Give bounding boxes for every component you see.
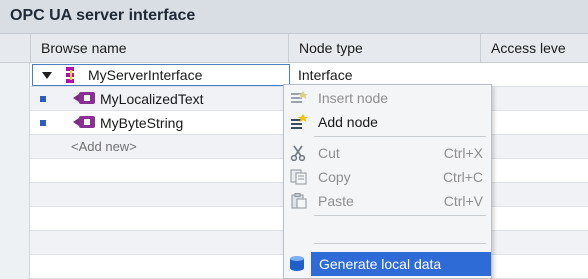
expand-arrow-icon[interactable] xyxy=(42,72,52,79)
menu-separator xyxy=(314,136,486,137)
row-header[interactable] xyxy=(0,111,30,135)
menu-item-generate-local-data[interactable]: Generate local data xyxy=(311,252,491,276)
database-icon xyxy=(290,256,304,272)
panel-title: OPC UA server interface xyxy=(10,7,196,24)
column-header-browse-name[interactable]: Browse name xyxy=(30,34,289,63)
menu-item-shortcut: Ctrl+X xyxy=(443,145,483,161)
menu-item-label: Add node xyxy=(318,114,378,130)
add-new-row[interactable]: <Add new> xyxy=(71,135,137,159)
row-header[interactable] xyxy=(0,63,30,87)
row-header xyxy=(0,255,30,279)
menu-item-label: Generate local data xyxy=(319,256,442,272)
column-header-access-level[interactable]: Access leve xyxy=(481,34,588,63)
row-header xyxy=(0,159,30,183)
variable-icon xyxy=(73,116,95,129)
context-menu: Insert node Add node Cut Ctrl+X Copy Ctr… xyxy=(283,84,492,279)
add-node-icon xyxy=(290,114,308,130)
row-header xyxy=(0,207,30,231)
row-browse-name: MyServerInterface xyxy=(88,67,203,83)
menu-item-paste[interactable]: Paste Ctrl+V xyxy=(284,189,491,213)
menu-separator xyxy=(314,215,486,216)
scissors-icon xyxy=(290,145,308,162)
column-header-node-type[interactable]: Node type xyxy=(289,34,481,63)
row-bullet-icon xyxy=(40,120,46,126)
row-browse-name: MyByteString xyxy=(100,115,184,131)
table-header: Browse name Node type Access leve xyxy=(0,34,588,63)
menu-item-copy[interactable]: Copy Ctrl+C xyxy=(284,165,491,189)
menu-item-label: Cut xyxy=(318,145,340,161)
menu-item-label: Insert node xyxy=(318,90,389,106)
row-header[interactable] xyxy=(0,87,30,111)
menu-item-cut[interactable]: Cut Ctrl+X xyxy=(284,141,491,165)
menu-item-add-node[interactable]: Add node xyxy=(284,110,491,134)
row-browse-name: MyLocalizedText xyxy=(100,91,204,107)
panel-titlebar: OPC UA server interface xyxy=(0,0,588,34)
row-header[interactable] xyxy=(0,135,30,159)
menu-item-shortcut: Ctrl+C xyxy=(442,169,483,185)
row-header xyxy=(0,231,30,255)
menu-item-shortcut: Ctrl+V xyxy=(443,193,483,209)
insert-node-icon xyxy=(290,90,308,106)
menu-separator xyxy=(314,243,486,244)
copy-icon xyxy=(290,169,308,185)
row-bullet-icon xyxy=(40,96,46,102)
interface-icon xyxy=(66,67,74,84)
row-header xyxy=(0,183,30,207)
menu-item-insert-node[interactable]: Insert node xyxy=(284,86,491,110)
variable-icon xyxy=(73,92,95,105)
paste-icon xyxy=(290,193,308,209)
menu-item-label: Paste xyxy=(318,193,354,209)
menu-item-label: Copy xyxy=(318,169,351,185)
